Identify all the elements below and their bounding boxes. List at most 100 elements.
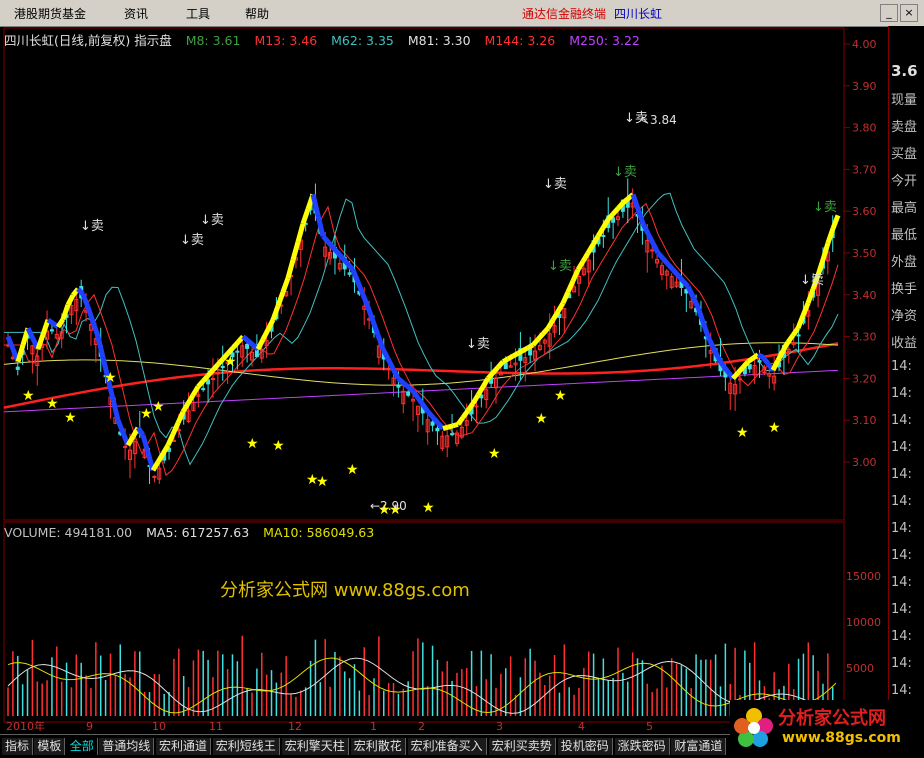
sell-marker: ↓卖 [813, 200, 837, 215]
tab-10[interactable]: 投机密码 [557, 738, 613, 755]
app-name: 通达信金融终端 [522, 7, 607, 21]
signal-segment [746, 356, 755, 364]
logo-url: www.88gs.com [782, 730, 901, 746]
tab-6[interactable]: 宏利擎天柱 [281, 738, 349, 755]
signal-segment [661, 256, 670, 266]
buy-star-icon: ★ [554, 388, 567, 404]
price-axis: 4.00 3.90 3.80 3.70 3.60 3.50 3.40 3.30 3.20 3.10… [844, 38, 877, 469]
buy-star-icon: ★ [272, 438, 285, 454]
menu-item-news[interactable]: 资讯 [124, 5, 148, 22]
signal-segment [541, 326, 550, 336]
signal-segment [190, 385, 201, 397]
signal-segment [531, 337, 540, 347]
candle-body [430, 421, 435, 426]
buy-star-icon: ★ [316, 474, 329, 490]
tab-2[interactable]: 全部 [66, 738, 98, 755]
sell-marker: ↓卖 [548, 259, 572, 274]
price-tick-label: 3.20 [852, 372, 877, 385]
signal-segment [452, 421, 459, 429]
candle-body [152, 475, 157, 478]
quote-panel-item: 14: [891, 440, 912, 455]
signal-segment [65, 294, 76, 306]
kline-chart[interactable]: 4.00 3.90 3.80 3.70 3.60 3.50 3.40 3.30 3.20 3.10… [0, 26, 888, 734]
candle-body [245, 343, 250, 349]
buy-star-icon: ★ [422, 500, 435, 516]
signal-segment [246, 338, 255, 347]
quote-panel-item: 14: [891, 548, 912, 563]
candle-body [235, 350, 240, 353]
legend-m250: M250: 3.22 [569, 33, 640, 48]
signal-segment [621, 196, 630, 205]
candle-body [171, 439, 176, 442]
volume-ma10: MA10: 586049.63 [263, 525, 375, 540]
signal-segment [731, 371, 740, 381]
tab-12[interactable]: 财富通道 [671, 738, 727, 755]
tab-0[interactable]: 指标 [2, 738, 34, 755]
candle-body [747, 364, 752, 370]
signal-segment [5, 335, 16, 351]
chart-area[interactable]: 4.00 3.90 3.80 3.70 3.60 3.50 3.40 3.30 3.20 3.10… [0, 26, 888, 734]
signal-segment [396, 376, 405, 385]
sell-marker: ↓卖 [800, 273, 824, 288]
quote-panel-item: 14: [891, 494, 912, 509]
buy-star-icon: ★ [64, 410, 77, 426]
signal-segment [275, 291, 286, 307]
tab-3[interactable]: 普通均线 [99, 738, 155, 755]
quote-panel-item: 14: [891, 575, 912, 590]
volume-ma-lines [7, 657, 837, 714]
tab-8[interactable]: 宏利准备买入 [407, 738, 487, 755]
volume-bars [7, 635, 834, 716]
signal-segment [555, 301, 566, 313]
signal-segment [470, 393, 481, 405]
volume-tick-label: 5000 [846, 662, 874, 675]
legend-m13: M13: 3.46 [254, 33, 318, 48]
quote-panel-item: 14: [891, 386, 912, 401]
signal-segment [656, 251, 665, 261]
tab-5[interactable]: 宏利短线王 [212, 738, 280, 755]
signal-segment [55, 318, 66, 329]
quote-panel-item: 今开 [891, 174, 918, 189]
signal-segment [125, 435, 136, 447]
tab-11[interactable]: 涨跌密码 [614, 738, 670, 755]
menu-item-help[interactable]: 帮助 [245, 5, 269, 22]
candle-body [215, 372, 220, 375]
legend-m81: M81: 3.30 [407, 33, 471, 48]
price-tick-label: 4.00 [852, 38, 877, 51]
menu-item-funds[interactable]: 港股期货基金 [14, 5, 86, 22]
signal-segment [560, 290, 571, 305]
tab-7[interactable]: 宏利散花 [350, 738, 406, 755]
candle-body [406, 391, 411, 396]
signal-segment [346, 262, 355, 272]
buy-star-icon: ★ [104, 370, 117, 386]
tab-4[interactable]: 宏利通道 [156, 738, 212, 755]
quote-panel-item: 收益 [891, 336, 918, 351]
quote-panel-item: 14: [891, 359, 912, 374]
signal-segment [690, 295, 701, 309]
moving-average-lines [3, 192, 839, 477]
volume-ma5: MA5: 617257.63 [146, 525, 250, 540]
signal-segment [115, 419, 126, 434]
buy-star-icon: ★ [346, 462, 359, 478]
tab-1[interactable]: 模板 [34, 738, 66, 755]
signal-segment [241, 334, 250, 343]
signal-segment [536, 332, 545, 342]
quote-panel-item: 买盘 [891, 147, 918, 162]
flower-logo-icon [734, 708, 773, 747]
quote-panel-item: 3.6 [891, 62, 918, 80]
signal-segment [611, 206, 620, 216]
logo-name: 分析家公式网 [778, 708, 886, 729]
candle-body [201, 388, 206, 391]
minimize-icon[interactable]: _ [880, 4, 898, 22]
ma-line [4, 192, 839, 466]
volume-ma-line [7, 657, 837, 714]
close-icon[interactable]: × [900, 4, 918, 22]
sell-marker: ↓卖 [180, 233, 204, 248]
signal-segment [516, 348, 525, 356]
signal-segment [415, 396, 426, 407]
price-tick-label: 3.00 [852, 456, 877, 469]
legend-m62: M62: 3.35 [331, 33, 394, 48]
tab-9[interactable]: 宏利买卖势 [488, 738, 556, 755]
signal-segment [820, 242, 831, 261]
date-tick-label: 12 [288, 720, 302, 733]
menu-item-tools[interactable]: 工具 [186, 5, 210, 22]
